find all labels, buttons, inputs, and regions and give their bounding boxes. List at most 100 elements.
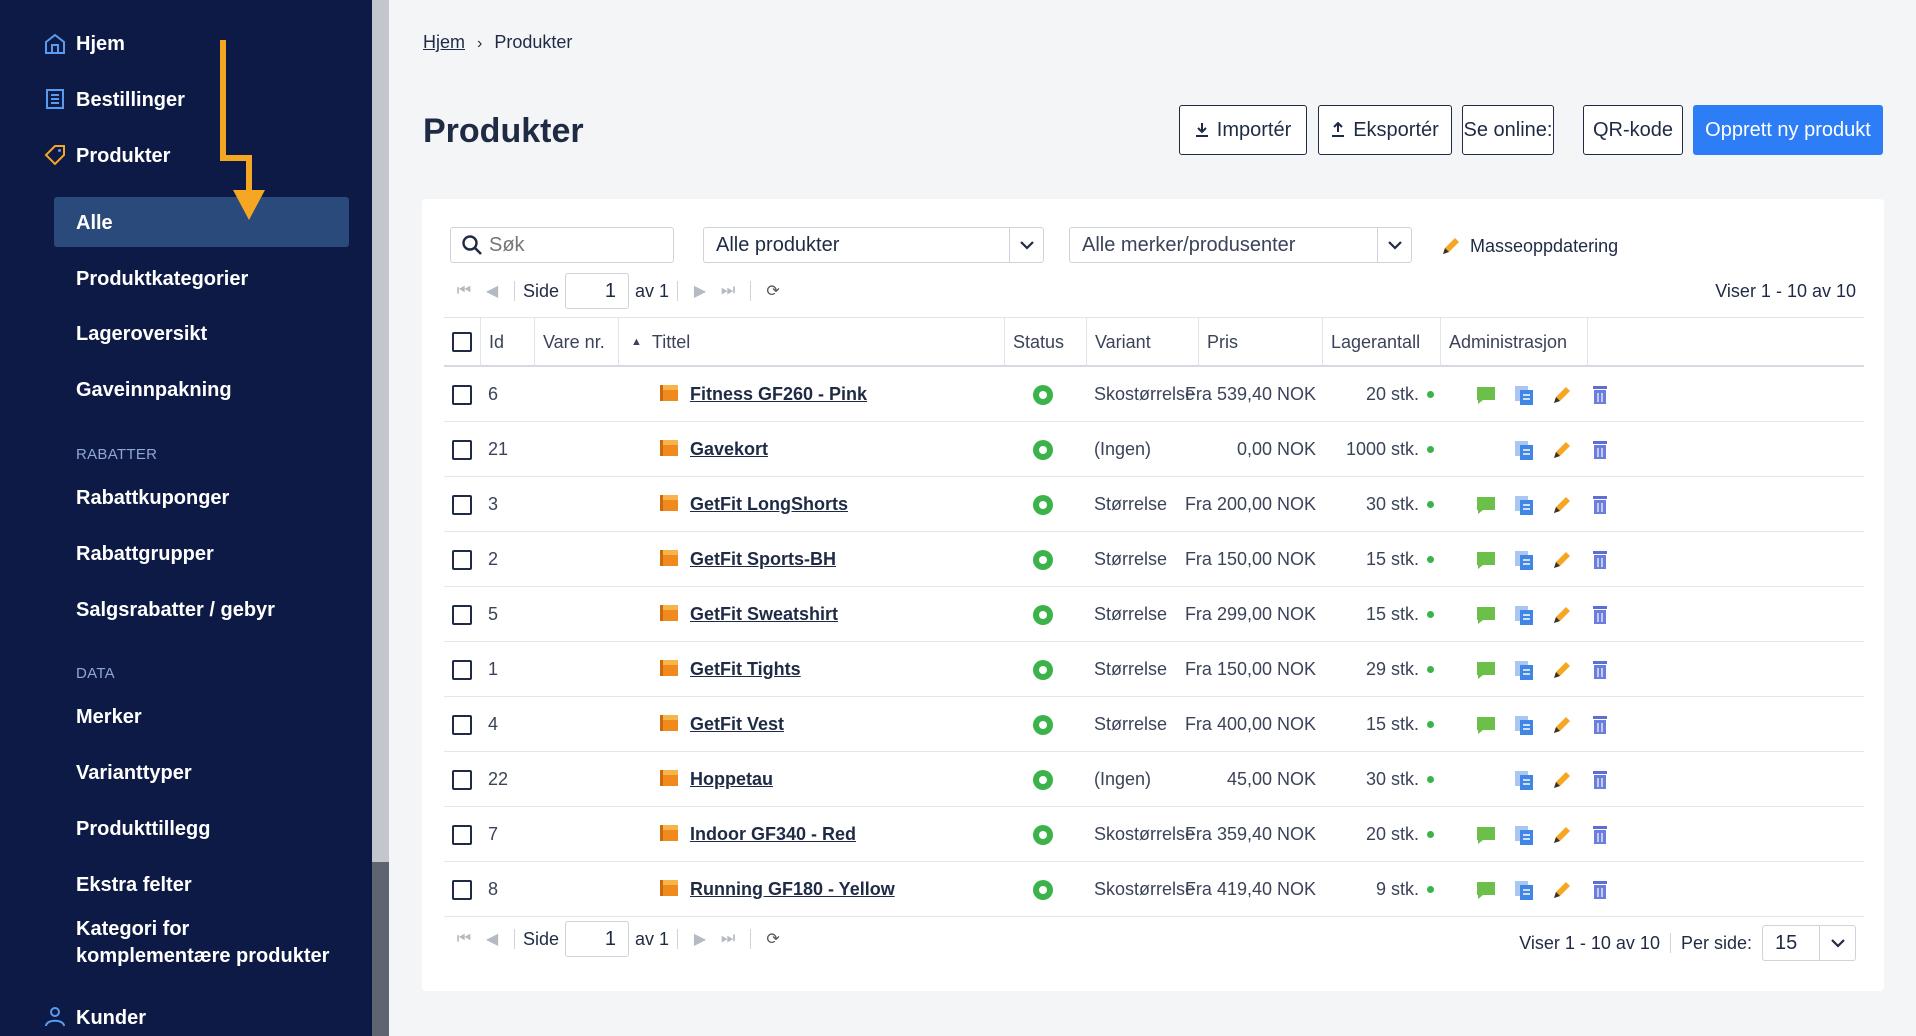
sidebar-item-brands[interactable]: Merker	[76, 706, 142, 729]
copy-icon[interactable]	[1512, 823, 1536, 847]
first-page-icon[interactable]: ⏮	[450, 925, 478, 953]
copy-icon[interactable]	[1512, 548, 1536, 572]
col-variant[interactable]: Variant	[1086, 318, 1198, 366]
comment-icon[interactable]	[1474, 878, 1498, 902]
sidebar-item-customers[interactable]: Kunder	[76, 1007, 146, 1030]
search-box[interactable]	[450, 227, 674, 263]
brands-filter-select[interactable]: Alle merker/produsenter	[1069, 227, 1412, 263]
product-title-link[interactable]: Gavekort	[690, 439, 768, 460]
trash-icon[interactable]	[1588, 768, 1612, 792]
row-status[interactable]	[1033, 422, 1053, 477]
product-title-link[interactable]: GetFit Tights	[690, 659, 801, 680]
product-title-link[interactable]: GetFit Sweatshirt	[690, 604, 838, 625]
edit-icon[interactable]	[1550, 823, 1574, 847]
sidebar-subitem-stock[interactable]: Lageroversikt	[76, 323, 207, 346]
import-button[interactable]: Importér	[1179, 105, 1307, 155]
row-checkbox[interactable]	[452, 604, 472, 625]
edit-icon[interactable]	[1550, 603, 1574, 627]
copy-icon[interactable]	[1512, 878, 1536, 902]
product-title-link[interactable]: Fitness GF260 - Pink	[690, 384, 867, 405]
refresh-icon[interactable]: ⟳	[759, 277, 787, 305]
col-id[interactable]: Id	[480, 318, 534, 366]
trash-icon[interactable]	[1588, 603, 1612, 627]
sidebar-item-discount-groups[interactable]: Rabattgrupper	[76, 543, 214, 566]
row-status[interactable]	[1033, 477, 1053, 532]
trash-icon[interactable]	[1588, 823, 1612, 847]
next-page-icon[interactable]: ▶	[686, 277, 714, 305]
mass-update-button[interactable]: Masseoppdatering	[1440, 235, 1618, 257]
page-input[interactable]	[565, 921, 630, 957]
sidebar-item-complementary[interactable]: Kategori for komplementære produkter	[76, 916, 329, 970]
edit-icon[interactable]	[1550, 548, 1574, 572]
prev-page-icon[interactable]: ◀	[478, 925, 506, 953]
sidebar-item-variant-types[interactable]: Varianttyper	[76, 762, 192, 785]
row-checkbox[interactable]	[452, 439, 472, 460]
sidebar-item-addons[interactable]: Produkttillegg	[76, 818, 210, 841]
copy-icon[interactable]	[1512, 768, 1536, 792]
edit-icon[interactable]	[1550, 658, 1574, 682]
sidebar-item-extra-fields[interactable]: Ekstra felter	[76, 874, 192, 897]
create-product-button[interactable]: Opprett ny produkt	[1693, 105, 1883, 155]
col-price[interactable]: Pris	[1198, 318, 1322, 366]
comment-icon[interactable]	[1474, 603, 1498, 627]
qr-code-button[interactable]: QR-kode	[1583, 105, 1683, 155]
row-checkbox[interactable]	[452, 384, 472, 405]
see-online-button[interactable]: Se online:	[1462, 105, 1554, 155]
edit-icon[interactable]	[1550, 713, 1574, 737]
trash-icon[interactable]	[1588, 658, 1612, 682]
copy-icon[interactable]	[1512, 383, 1536, 407]
breadcrumb-home-link[interactable]: Hjem	[423, 32, 465, 52]
edit-icon[interactable]	[1550, 438, 1574, 462]
trash-icon[interactable]	[1588, 383, 1612, 407]
copy-icon[interactable]	[1512, 603, 1536, 627]
page-input[interactable]	[565, 273, 630, 309]
trash-icon[interactable]	[1588, 438, 1612, 462]
row-checkbox[interactable]	[452, 879, 472, 900]
trash-icon[interactable]	[1588, 878, 1612, 902]
per-page-select[interactable]: 15	[1762, 925, 1856, 961]
col-status[interactable]: Status	[1004, 318, 1086, 366]
products-filter-select[interactable]: Alle produkter	[703, 227, 1044, 263]
copy-icon[interactable]	[1512, 493, 1536, 517]
select-all-checkbox[interactable]	[452, 332, 472, 352]
export-button[interactable]: Eksportér	[1318, 105, 1452, 155]
row-status[interactable]	[1033, 807, 1053, 862]
row-status[interactable]	[1033, 697, 1053, 752]
row-checkbox[interactable]	[452, 769, 472, 790]
copy-icon[interactable]	[1512, 713, 1536, 737]
product-title-link[interactable]: Running GF180 - Yellow	[690, 879, 895, 900]
row-status[interactable]	[1033, 587, 1053, 642]
edit-icon[interactable]	[1550, 768, 1574, 792]
last-page-icon[interactable]: ⏭	[714, 925, 742, 953]
comment-icon[interactable]	[1474, 548, 1498, 572]
row-checkbox[interactable]	[452, 824, 472, 845]
sidebar-subitem-all[interactable]: Alle	[76, 212, 113, 235]
first-page-icon[interactable]: ⏮	[450, 277, 478, 305]
comment-icon[interactable]	[1474, 383, 1498, 407]
product-title-link[interactable]: Hoppetau	[690, 769, 773, 790]
edit-icon[interactable]	[1550, 493, 1574, 517]
edit-icon[interactable]	[1550, 383, 1574, 407]
comment-icon[interactable]	[1474, 658, 1498, 682]
sidebar-item-coupons[interactable]: Rabattkuponger	[76, 487, 229, 510]
sidebar-subitem-giftwrap[interactable]: Gaveinnpakning	[76, 379, 232, 402]
col-title[interactable]: ▲ Tittel	[618, 318, 1004, 366]
row-status[interactable]	[1033, 367, 1053, 422]
trash-icon[interactable]	[1588, 713, 1612, 737]
sidebar-item-orders[interactable]: Bestillinger	[76, 89, 185, 112]
row-checkbox[interactable]	[452, 549, 472, 570]
comment-icon[interactable]	[1474, 713, 1498, 737]
row-status[interactable]	[1033, 532, 1053, 587]
col-stock[interactable]: Lagerantall	[1322, 318, 1440, 366]
product-title-link[interactable]: GetFit LongShorts	[690, 494, 848, 515]
edit-icon[interactable]	[1550, 878, 1574, 902]
sidebar-subitem-categories[interactable]: Produktkategorier	[76, 268, 248, 291]
row-checkbox[interactable]	[452, 714, 472, 735]
last-page-icon[interactable]: ⏭	[714, 277, 742, 305]
col-sku[interactable]: Vare nr.	[534, 318, 618, 366]
row-checkbox[interactable]	[452, 659, 472, 680]
refresh-icon[interactable]: ⟳	[759, 925, 787, 953]
row-status[interactable]	[1033, 752, 1053, 807]
sidebar-item-sales-discounts[interactable]: Salgsrabatter / gebyr	[76, 599, 275, 622]
sidebar-item-products[interactable]: Produkter	[76, 145, 170, 168]
